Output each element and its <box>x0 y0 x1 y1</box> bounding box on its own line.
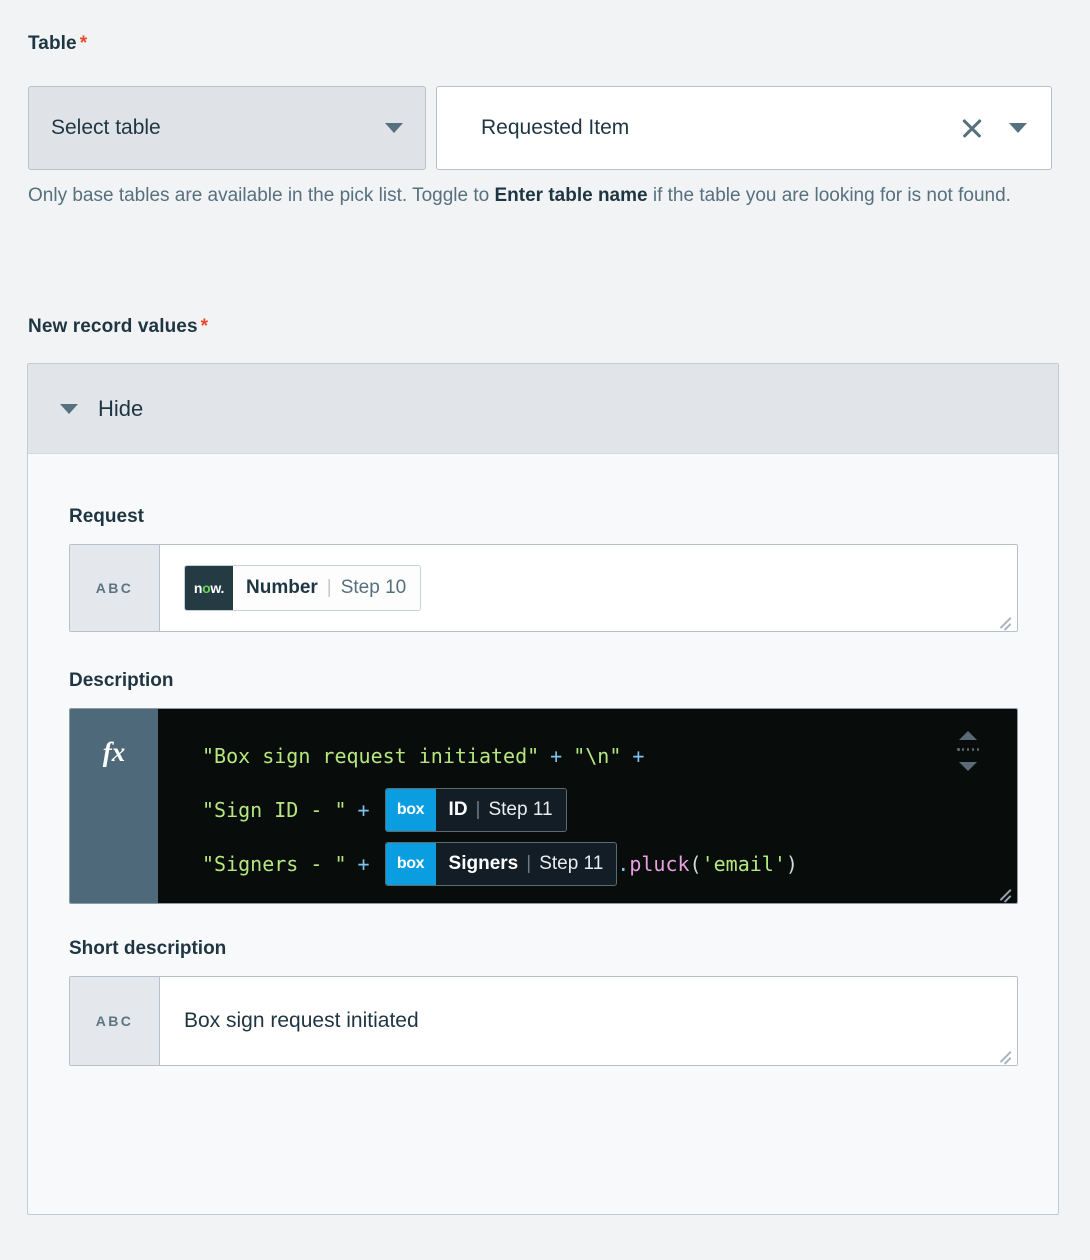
triangle-down-icon <box>959 762 977 771</box>
short-description-value: Box sign request initiated <box>184 1009 419 1033</box>
short-description-type-badge: ABC <box>70 977 160 1065</box>
required-asterisk: * <box>201 316 209 337</box>
fx-icon: fx <box>103 737 126 768</box>
pill-name: Number <box>246 577 318 599</box>
new-record-values-label: New record values* <box>28 316 208 338</box>
code-line-3: "Signers - " + box Signers | Step 11 .pl… <box>202 837 1017 891</box>
pill-step: Step 11 <box>488 799 552 821</box>
box-logo-icon: box <box>386 843 436 885</box>
table-label-text: Table <box>28 33 77 54</box>
code-operator-plus: + <box>632 744 644 768</box>
vertical-drag-handle-icon[interactable] <box>955 731 981 771</box>
box-pill-text: ID | Step 11 <box>436 789 566 831</box>
pill-separator: | <box>526 853 531 875</box>
helper-bold: Enter table name <box>494 185 647 206</box>
now-pill-text: Number | Step 10 <box>233 566 420 610</box>
new-record-values-panel: Hide Request ABC now. Number | Step 10 <box>27 363 1059 1215</box>
pill-separator: | <box>327 577 332 599</box>
box-logo-text: box <box>397 801 424 819</box>
spacer <box>69 904 1018 938</box>
code-line-2: "Sign ID - " + box ID | Step 11 <box>202 783 1017 837</box>
chevron-down-icon[interactable] <box>385 123 403 133</box>
code-string-2: "\n" <box>573 744 621 768</box>
table-value-select[interactable]: Requested Item <box>436 86 1052 170</box>
request-field-label: Request <box>69 506 1018 528</box>
grip-dots-icon <box>957 748 979 751</box>
pill-step: Step 11 <box>539 853 603 875</box>
helper-suffix: if the table you are looking for is not … <box>648 185 1011 206</box>
box-data-pill-id[interactable]: box ID | Step 11 <box>385 788 567 832</box>
request-input-area[interactable]: now. Number | Step 10 <box>160 545 1017 631</box>
table-select-row: Select table Requested Item <box>28 86 1052 170</box>
code-method-dot: . <box>617 852 629 876</box>
panel-collapse-header[interactable]: Hide <box>28 364 1058 454</box>
short-description-field-label: Short description <box>69 938 1018 960</box>
code-string-1: "Box sign request initiated" <box>202 744 539 768</box>
box-data-pill-signers[interactable]: box Signers | Step 11 <box>385 842 618 886</box>
description-code-editor[interactable]: fx "Box sign request initiated" + "\n" +… <box>69 708 1018 904</box>
required-asterisk: * <box>80 33 88 54</box>
formula-gutter[interactable]: fx <box>70 709 158 903</box>
select-table-mode-toggle[interactable]: Select table <box>28 86 426 170</box>
helper-prefix: Only base tables are available in the pi… <box>28 185 494 206</box>
request-field-row[interactable]: ABC now. Number | Step 10 <box>69 544 1018 632</box>
table-field-label: Table* <box>28 33 87 55</box>
code-method-name: pluck <box>629 852 689 876</box>
code-line-1: "Box sign request initiated" + "\n" + <box>202 729 1017 783</box>
new-record-values-label-text: New record values <box>28 316 198 337</box>
short-description-input-area[interactable]: Box sign request initiated <box>160 977 1017 1065</box>
code-operator-plus: + <box>550 744 562 768</box>
resize-grip-icon[interactable] <box>998 613 1014 629</box>
code-content-area[interactable]: "Box sign request initiated" + "\n" + "S… <box>158 709 1017 903</box>
box-logo-icon: box <box>386 789 436 831</box>
code-string-3: "Sign ID - " <box>202 798 347 822</box>
pill-name: ID <box>449 799 468 821</box>
panel-body: Request ABC now. Number | Step 10 <box>28 454 1058 1066</box>
pill-step: Step 10 <box>341 577 407 599</box>
code-method-arg: 'email' <box>702 852 786 876</box>
pill-separator: | <box>476 799 481 821</box>
box-logo-text: box <box>397 855 424 873</box>
servicenow-logo-icon: now. <box>185 566 233 610</box>
table-helper-text: Only base tables are available in the pi… <box>28 183 1058 210</box>
code-string-4: "Signers - " <box>202 852 347 876</box>
short-description-field-row[interactable]: ABC Box sign request initiated <box>69 976 1018 1066</box>
spacer <box>69 632 1018 670</box>
code-operator-plus: + <box>358 852 370 876</box>
triangle-up-icon <box>959 731 977 740</box>
box-pill-text: Signers | Step 11 <box>436 843 617 885</box>
request-type-badge: ABC <box>70 545 160 631</box>
code-paren-close: ) <box>786 852 798 876</box>
select-table-mode-label: Select table <box>51 116 385 140</box>
caret-down-icon[interactable] <box>60 404 78 414</box>
form-page: Table* Select table Requested Item Only … <box>0 0 1090 1260</box>
table-selected-value: Requested Item <box>481 116 959 140</box>
close-icon[interactable] <box>959 115 985 141</box>
chevron-down-icon[interactable] <box>1009 123 1027 133</box>
code-operator-plus: + <box>358 798 370 822</box>
now-data-pill-number[interactable]: now. Number | Step 10 <box>184 565 421 611</box>
code-paren-open: ( <box>690 852 702 876</box>
pill-name: Signers <box>449 853 519 875</box>
resize-grip-icon[interactable] <box>998 1047 1014 1063</box>
description-field-label: Description <box>69 670 1018 692</box>
panel-collapse-label: Hide <box>98 396 143 422</box>
